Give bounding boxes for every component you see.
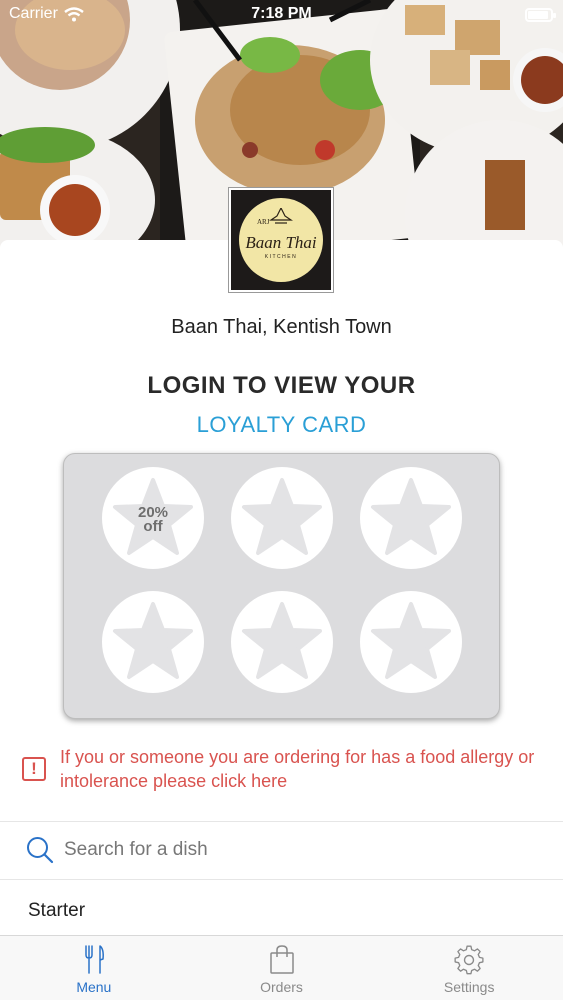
tab-bar: Menu Orders Settings xyxy=(0,935,563,1000)
star-icon xyxy=(371,602,451,679)
loyalty-stamp xyxy=(360,591,462,693)
tab-orders-label: Orders xyxy=(260,979,303,995)
logo-badge: ARJ Baan Thai KITCHEN xyxy=(239,198,323,282)
tab-settings-label: Settings xyxy=(443,979,495,995)
loyalty-stamp: 20% off xyxy=(102,467,204,569)
search-input[interactable] xyxy=(64,839,484,861)
star-icon xyxy=(371,478,451,555)
status-bar: Carrier 7:18 PM xyxy=(0,0,563,30)
stamp-reward-bottom: off xyxy=(143,518,163,535)
loyalty-stamp xyxy=(231,591,333,693)
star-icon xyxy=(242,478,322,555)
logo-prefix: ARJ xyxy=(257,218,270,226)
status-time: 7:18 PM xyxy=(251,5,312,22)
tab-menu[interactable]: Menu xyxy=(0,936,188,1000)
shopping-bag-icon xyxy=(269,945,294,974)
allergy-notice[interactable]: ! If you or someone you are ordering for… xyxy=(22,745,552,793)
search-icon xyxy=(27,837,54,864)
fork-knife-icon xyxy=(85,945,104,974)
stamp-reward-label: 20% off xyxy=(138,505,168,535)
tab-orders[interactable]: Orders xyxy=(188,936,376,1000)
tab-settings[interactable]: Settings xyxy=(375,936,563,1000)
divider xyxy=(0,879,563,880)
allergy-notice-text[interactable]: If you or someone you are ordering for h… xyxy=(60,745,552,793)
star-icon xyxy=(242,602,322,679)
star-icon xyxy=(113,602,193,679)
restaurant-logo: ARJ Baan Thai KITCHEN xyxy=(229,188,333,292)
loyalty-card-link[interactable]: LOYALTY CARD xyxy=(0,412,563,438)
search-bar[interactable] xyxy=(26,836,484,864)
login-prompt-title[interactable]: LOGIN TO VIEW YOUR xyxy=(0,372,563,400)
divider xyxy=(0,821,563,822)
loyalty-card[interactable]: 20% off xyxy=(63,453,500,719)
battery-icon xyxy=(525,8,556,22)
temple-roof-icon xyxy=(269,208,293,224)
tab-menu-label: Menu xyxy=(76,979,112,995)
loyalty-stamp xyxy=(231,467,333,569)
alert-icon: ! xyxy=(22,757,46,781)
restaurant-name: Baan Thai, Kentish Town xyxy=(171,316,392,338)
loyalty-stamp xyxy=(102,591,204,693)
menu-category-header[interactable]: Starter xyxy=(28,900,85,922)
loyalty-stamp xyxy=(360,467,462,569)
gear-icon xyxy=(454,945,484,975)
logo-subtitle: KITCHEN xyxy=(264,254,298,260)
logo-wordmark: Baan Thai xyxy=(245,233,317,252)
